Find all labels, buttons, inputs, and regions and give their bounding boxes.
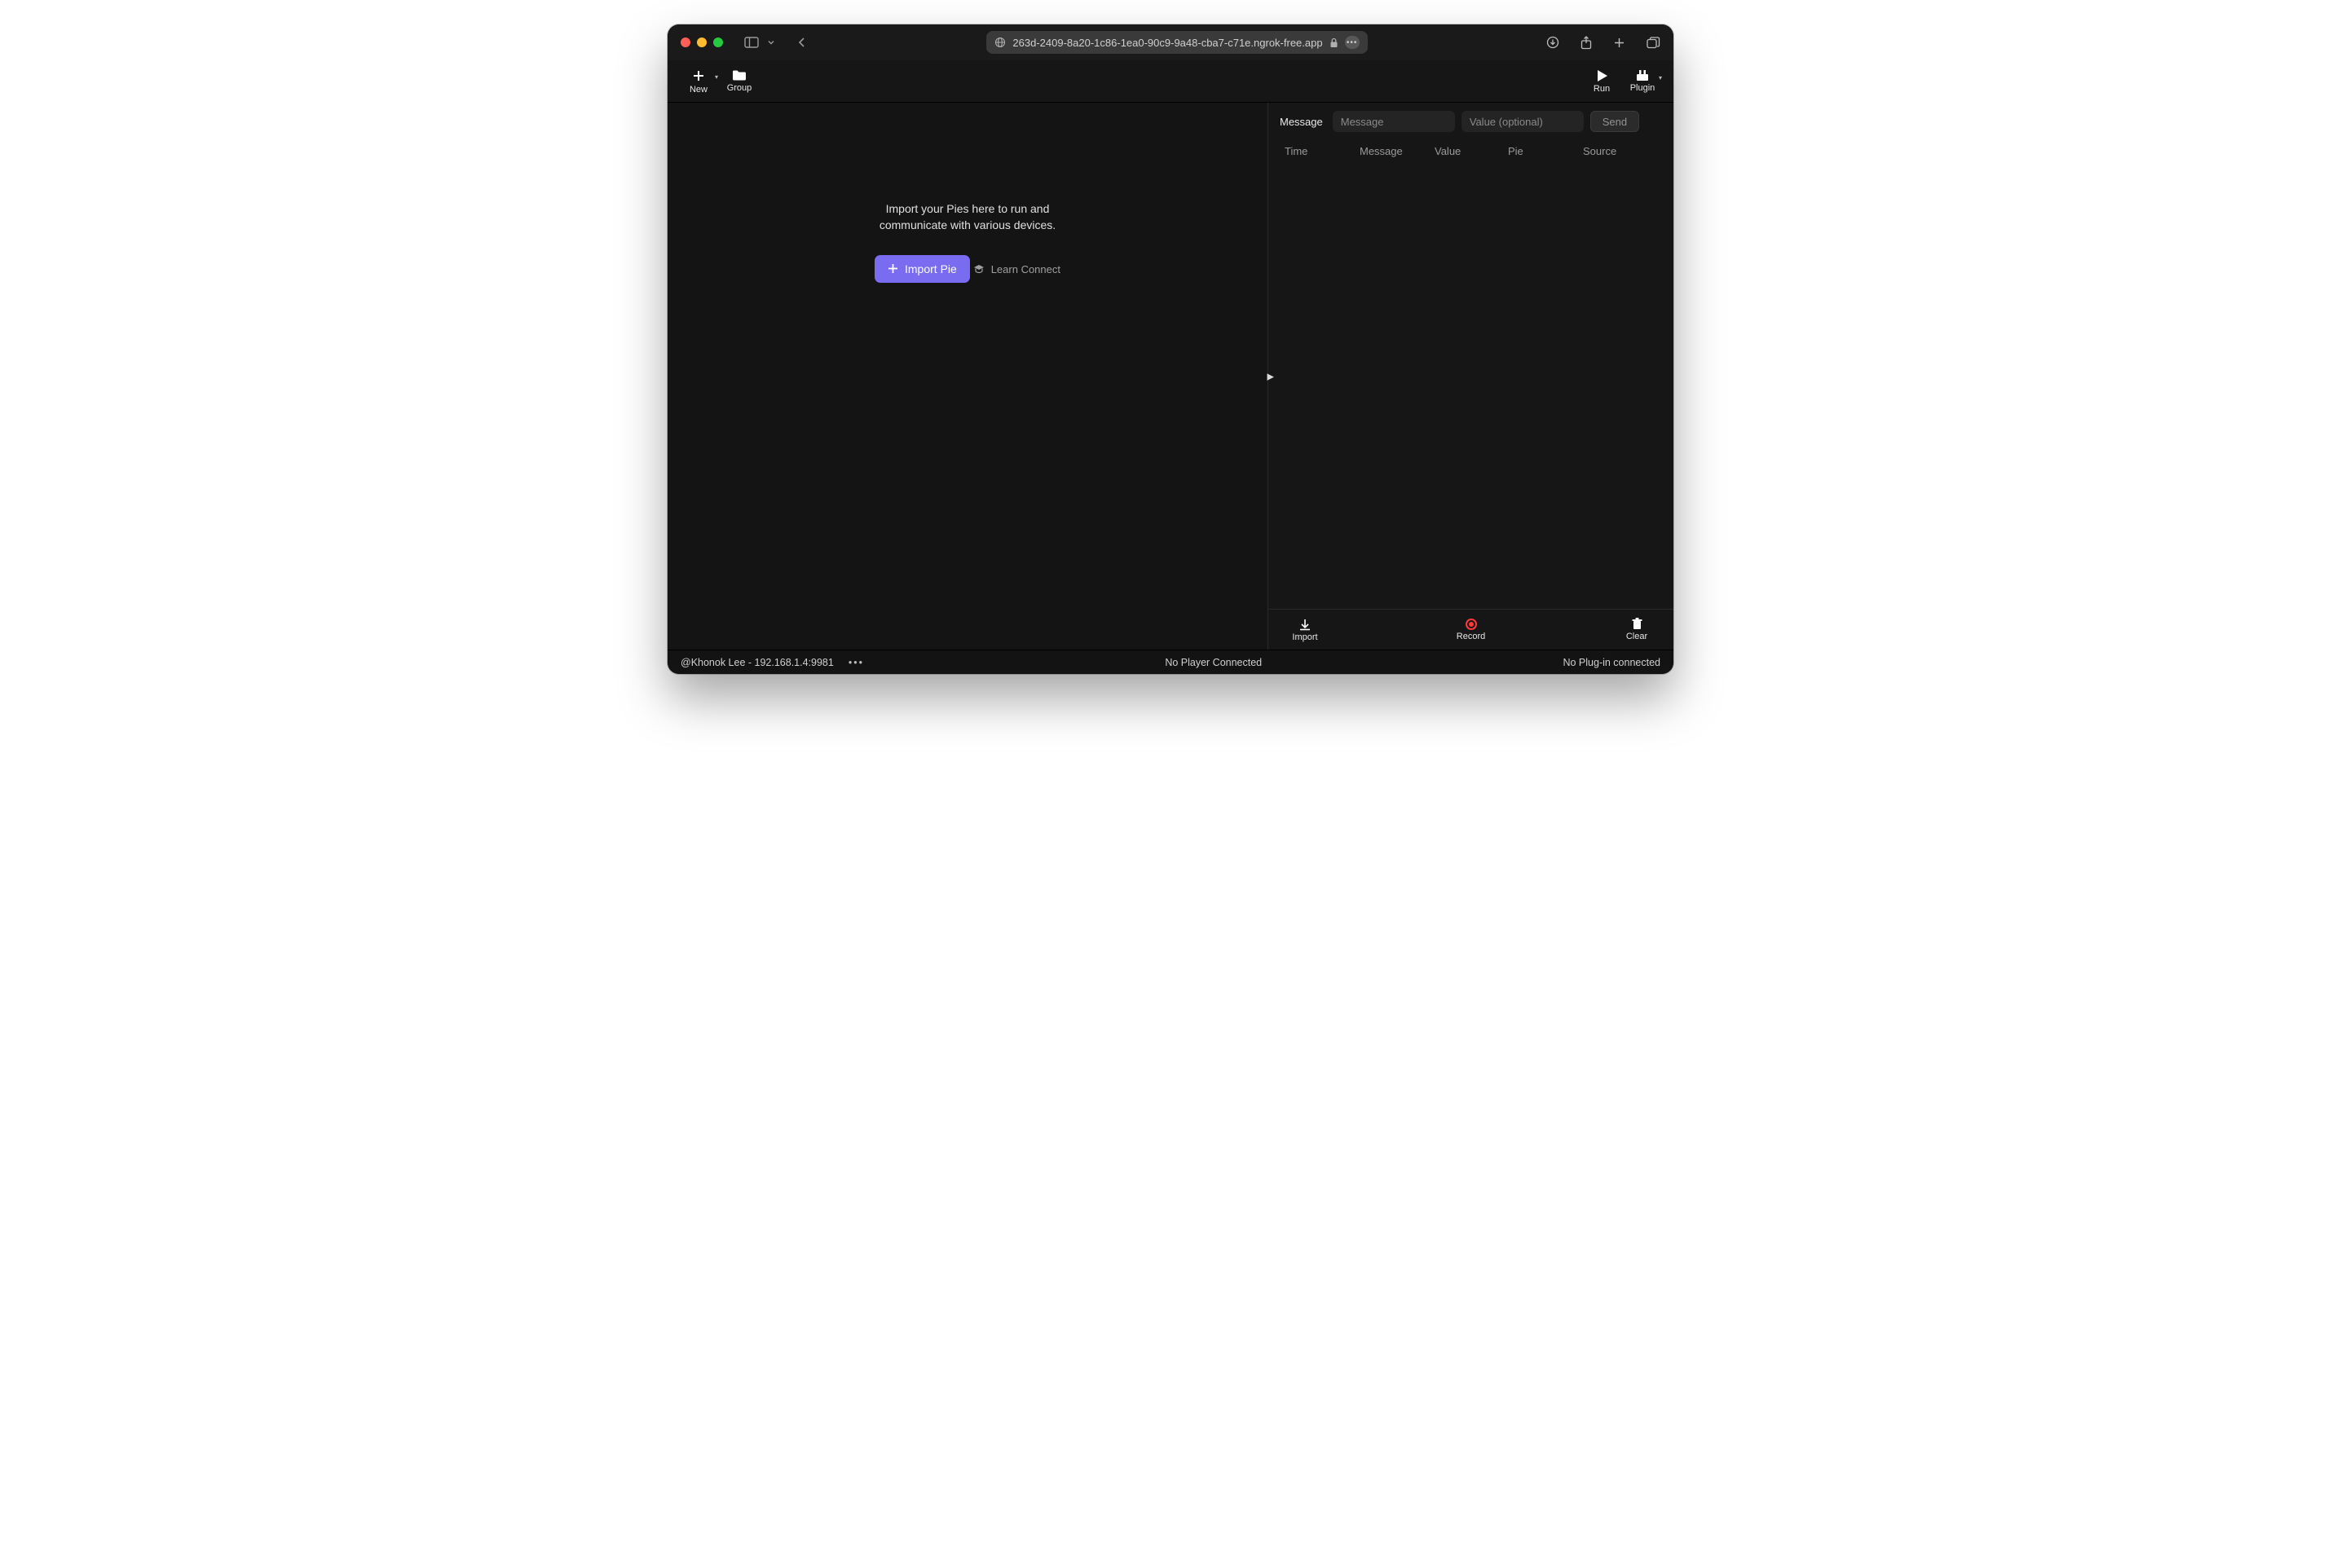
chevron-down-icon[interactable] xyxy=(767,38,775,46)
download-icon xyxy=(1298,618,1312,631)
new-tab-icon[interactable] xyxy=(1613,37,1625,49)
address-bar-url: 263d-2409-8a20-1c86-1ea0-90c9-9a48-cba7-… xyxy=(1012,37,1322,49)
import-pie-button[interactable]: Import Pie xyxy=(875,255,970,283)
close-window-button[interactable] xyxy=(681,37,690,47)
plugin-icon xyxy=(1635,69,1650,81)
record-icon xyxy=(1466,619,1477,630)
plus-icon xyxy=(888,263,898,274)
trash-icon xyxy=(1632,618,1642,630)
address-bar[interactable]: 263d-2409-8a20-1c86-1ea0-90c9-9a48-cba7-… xyxy=(986,31,1367,54)
plus-icon xyxy=(691,68,706,83)
play-icon xyxy=(1595,69,1608,82)
new-button-label: New xyxy=(690,85,708,95)
message-panel: Message Send Time Message Value Pie Sour… xyxy=(1267,103,1673,650)
message-table-body xyxy=(1268,165,1673,609)
import-log-button[interactable]: Import xyxy=(1276,618,1334,642)
empty-state: Import your Pies here to run and communi… xyxy=(853,200,1082,283)
app-toolbar: ▾ New Group Run ▾ Plugin xyxy=(668,60,1673,103)
run-button-label: Run xyxy=(1594,84,1610,94)
header-pie: Pie xyxy=(1508,145,1583,157)
status-user-host: @Khonok Lee - 192.168.1.4:9981 xyxy=(681,657,834,668)
sidebar-toggle-icon[interactable] xyxy=(744,37,759,48)
header-value: Value xyxy=(1435,145,1508,157)
value-input[interactable] xyxy=(1461,111,1584,132)
site-menu-icon[interactable]: ••• xyxy=(1345,36,1360,49)
clear-button[interactable]: Clear xyxy=(1608,618,1665,641)
downloads-icon[interactable] xyxy=(1546,36,1559,49)
new-button[interactable]: ▾ New xyxy=(681,68,716,95)
empty-state-text: Import your Pies here to run and communi… xyxy=(853,200,1082,234)
folder-icon xyxy=(732,69,747,81)
app-window: 263d-2409-8a20-1c86-1ea0-90c9-9a48-cba7-… xyxy=(668,24,1673,674)
send-button[interactable]: Send xyxy=(1590,111,1639,132)
message-panel-actions: Import Record Clear xyxy=(1268,609,1673,650)
import-log-label: Import xyxy=(1292,632,1317,642)
header-message: Message xyxy=(1360,145,1435,157)
window-titlebar: 263d-2409-8a20-1c86-1ea0-90c9-9a48-cba7-… xyxy=(668,24,1673,60)
message-input[interactable] xyxy=(1333,111,1455,132)
record-button[interactable]: Record xyxy=(1443,619,1500,641)
chevron-down-icon: ▾ xyxy=(1659,74,1662,81)
send-button-label: Send xyxy=(1603,116,1627,128)
minimize-window-button[interactable] xyxy=(697,37,707,47)
share-icon[interactable] xyxy=(1581,36,1592,50)
record-label: Record xyxy=(1457,632,1485,641)
pane-resize-handle[interactable]: ▶ xyxy=(1267,371,1274,381)
learn-icon xyxy=(973,264,985,274)
group-button[interactable]: Group xyxy=(721,69,757,93)
fullscreen-window-button[interactable] xyxy=(713,37,723,47)
plugin-button[interactable]: ▾ Plugin xyxy=(1625,69,1660,93)
status-more-icon[interactable]: ••• xyxy=(849,657,864,668)
window-controls xyxy=(681,37,723,47)
status-plugin: No Plug-in connected xyxy=(1563,657,1660,668)
back-button[interactable] xyxy=(796,37,808,48)
run-button[interactable]: Run xyxy=(1584,69,1620,94)
learn-connect-link[interactable]: Learn Connect xyxy=(973,263,1060,275)
group-button-label: Group xyxy=(727,83,752,93)
lock-icon xyxy=(1329,37,1338,48)
tab-overview-icon[interactable] xyxy=(1647,37,1660,49)
status-bar: @Khonok Lee - 192.168.1.4:9981 ••• No Pl… xyxy=(668,650,1673,674)
globe-icon xyxy=(994,37,1006,48)
header-source: Source xyxy=(1583,145,1657,157)
message-table-header: Time Message Value Pie Source xyxy=(1268,140,1673,165)
import-pie-label: Import Pie xyxy=(905,262,957,275)
chevron-down-icon: ▾ xyxy=(715,73,718,81)
learn-connect-label: Learn Connect xyxy=(991,263,1060,275)
clear-label: Clear xyxy=(1626,632,1647,641)
plugin-button-label: Plugin xyxy=(1630,83,1655,93)
main-content: Import your Pies here to run and communi… xyxy=(668,103,1673,650)
message-label: Message xyxy=(1280,116,1323,128)
message-input-row: Message Send xyxy=(1268,103,1673,140)
left-pane: Import your Pies here to run and communi… xyxy=(668,103,1267,650)
header-time: Time xyxy=(1285,145,1360,157)
status-player: No Player Connected xyxy=(879,657,1548,668)
